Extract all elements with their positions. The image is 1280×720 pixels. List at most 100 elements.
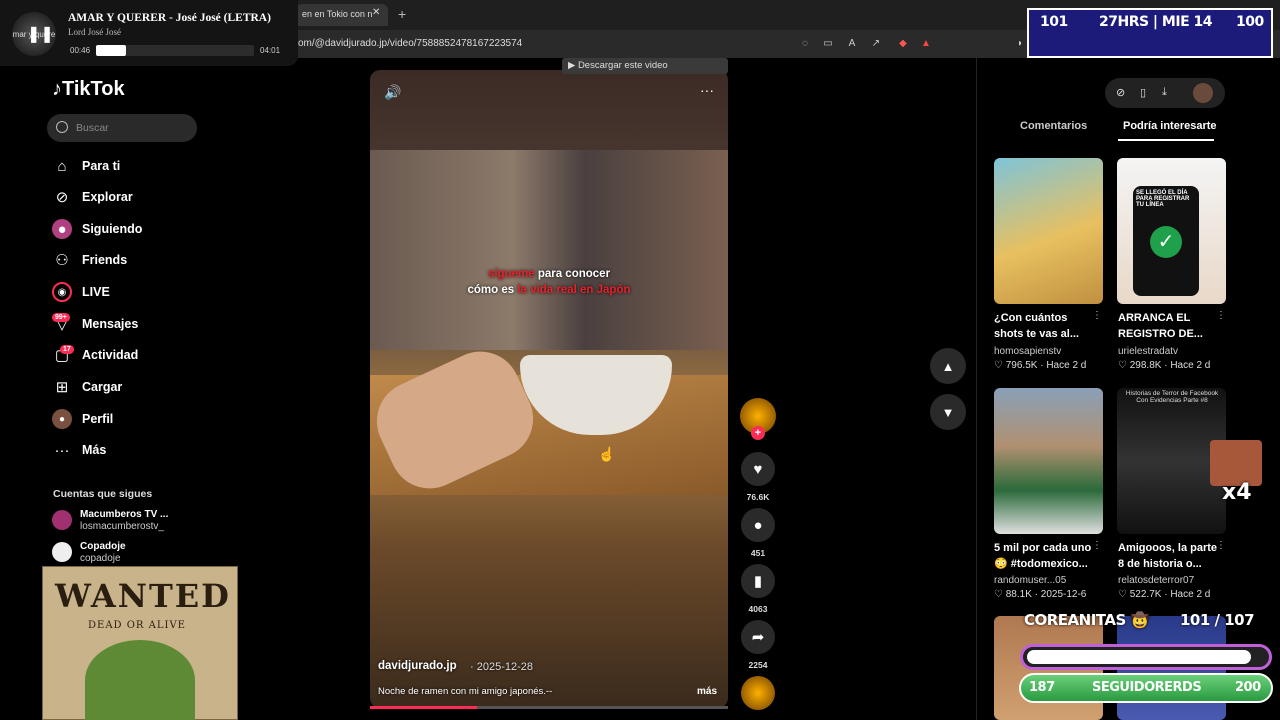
following-header: Cuentas que sigues — [53, 488, 153, 500]
translate-icon[interactable]: A — [845, 37, 859, 51]
caption-text: para conocer — [534, 268, 611, 280]
home-icon: ⌂ — [57, 157, 67, 175]
chevron-up-icon: ▲ — [941, 358, 955, 374]
download-video-bar[interactable]: ▶ Descargar este video — [562, 58, 728, 74]
song-title: AMAR Y QUERER - José José (LETRA) — [68, 12, 271, 24]
following-account-name[interactable]: Copadoje — [80, 541, 126, 552]
more-options-icon[interactable]: ··· — [700, 82, 714, 98]
eye-off-icon[interactable]: ◌ — [798, 37, 812, 51]
music-disc-icon[interactable] — [741, 676, 775, 710]
sidebar-item-mensajes[interactable]: ▽ Mensajes — [52, 312, 212, 336]
share-button[interactable]: ➦ — [741, 620, 775, 654]
volume-icon[interactable]: 🔊 — [384, 84, 401, 101]
sidebar-item-label: Más — [82, 443, 107, 457]
download-icon[interactable]: ⤓ — [1162, 86, 1167, 99]
kebab-icon[interactable]: ⋮ — [1216, 310, 1226, 321]
sidebar-item-actividad[interactable]: ▢ Actividad — [52, 343, 212, 367]
card-title[interactable]: 5 mil por cada uno 😳 #todomexico... — [994, 540, 1094, 572]
card-title[interactable]: ¿Con cuántos shots te vas al... — [994, 310, 1094, 342]
tab-comentarios[interactable]: Comentarios — [1020, 120, 1087, 132]
sidebar-item-label: Siguiendo — [82, 222, 143, 236]
following-account-user: copadoje — [80, 553, 121, 564]
url-text[interactable]: om/@davidjurado.jp/video/758885247816722… — [298, 38, 522, 49]
follow-plus-icon[interactable]: + — [751, 426, 765, 440]
avatar[interactable] — [52, 542, 72, 562]
card-user[interactable]: relatosdeterror07 — [1118, 575, 1194, 586]
more-icon: ··· — [54, 441, 70, 459]
sidebar-item-label: LIVE — [82, 285, 110, 299]
video-thumbnail[interactable] — [994, 158, 1103, 304]
previous-video-button[interactable]: ▲ — [930, 348, 966, 384]
caption-highlight: la vida real en Japón — [517, 284, 631, 296]
frog-illustration — [85, 640, 195, 720]
card-title[interactable]: Amigooos, la parte 8 de historia o... — [1118, 540, 1218, 572]
poster-subtitle: DEAD OR ALIVE — [88, 620, 186, 631]
followers-label: SEGUIDORERDS — [1092, 680, 1202, 695]
tab-close-icon[interactable]: ✕ — [372, 7, 380, 18]
phone-icon[interactable]: ▯ — [1140, 86, 1146, 99]
video-author[interactable]: davidjurado.jp — [378, 660, 457, 672]
new-tab-button[interactable]: + — [398, 6, 406, 22]
hand-cursor-icon: ☝ — [598, 446, 616, 462]
followers-left: 187 — [1029, 680, 1055, 695]
song-duration: 04:01 — [260, 46, 281, 55]
goal-progress-fill — [1027, 650, 1251, 664]
extension-icon[interactable]: ◗ — [1013, 37, 1027, 51]
profile-icon: ● — [52, 409, 72, 429]
avatar[interactable] — [1193, 83, 1213, 103]
sidebar-item-perfil[interactable]: ● Perfil — [52, 407, 212, 431]
save-button[interactable]: ▮ — [741, 564, 775, 598]
hud-right: 100 — [1236, 14, 1264, 30]
next-video-button[interactable]: ▼ — [930, 394, 966, 430]
heart-icon: ♥ — [753, 460, 763, 478]
video-caption-line2: cómo es la vida real en Japón — [370, 284, 728, 296]
search-icon — [56, 121, 68, 133]
thumb-text: Historias de Terror de Facebook Con Evid… — [1125, 390, 1219, 404]
sidebar-item-label: Actividad — [82, 348, 139, 362]
following-account-name[interactable]: Macumberos TV ... — [80, 509, 168, 520]
rewards-icon[interactable]: ▲ — [919, 37, 933, 51]
sidebar-item-cargar[interactable]: ⊞ Cargar — [52, 375, 212, 399]
card-user[interactable]: urielestradatv — [1118, 346, 1178, 357]
kebab-icon[interactable]: ⋮ — [1216, 540, 1226, 551]
card-user[interactable]: randomuser...05 — [994, 575, 1066, 586]
sidebar-item-live[interactable]: ◉ LIVE — [52, 280, 212, 304]
pause-icon[interactable]: ❚❚ — [27, 24, 54, 44]
avatar[interactable] — [52, 510, 72, 530]
search-input[interactable] — [47, 114, 197, 142]
current-time: 00:46 — [70, 46, 91, 55]
video-progress-fill — [370, 706, 478, 709]
sidebar-item-label: Explorar — [82, 190, 133, 204]
video-thumbnail[interactable] — [994, 388, 1103, 534]
tiktok-logo[interactable]: ♪TikTok — [52, 78, 125, 101]
compass-icon[interactable]: ⊘ — [1116, 86, 1125, 99]
tab-podria-interesarte[interactable]: Podría interesarte — [1123, 120, 1217, 132]
brave-shield-icon[interactable]: ◆ — [896, 37, 910, 51]
share-icon[interactable]: ↗ — [869, 37, 883, 51]
kebab-icon[interactable]: ⋮ — [1092, 540, 1102, 551]
video-date: · 2025-12-28 — [470, 661, 533, 673]
cast-icon[interactable]: ▭ — [821, 37, 835, 51]
logo-text: TikTok — [62, 78, 125, 100]
sidebar-item-mas[interactable]: ··· Más — [52, 438, 212, 462]
video-background — [370, 150, 728, 350]
sidebar-item-friends[interactable]: ⚇ Friends — [52, 248, 212, 272]
like-button[interactable]: ♥ — [741, 452, 775, 486]
sidebar-item-para-ti[interactable]: ⌂ Para ti — [52, 154, 212, 178]
comment-button[interactable]: ● — [741, 508, 775, 542]
bookmark-icon: ▮ — [753, 573, 763, 590]
sidebar-item-label: Mensajes — [82, 317, 139, 331]
sidebar-item-siguiendo[interactable]: ● Siguiendo — [52, 217, 212, 241]
more-link[interactable]: más — [697, 686, 717, 697]
sidebar-item-label: Cargar — [82, 380, 123, 394]
kebab-icon[interactable]: ⋮ — [1092, 310, 1102, 321]
activity-badge: 17 — [60, 345, 74, 354]
card-title[interactable]: ARRANCA EL REGISTRO DE... — [1118, 310, 1218, 342]
upload-icon: ⊞ — [55, 379, 69, 396]
sidebar-item-explorar[interactable]: ⊘ Explorar — [52, 185, 212, 209]
card-stats: ♡ 88.1K · 2025-12-6 — [994, 589, 1087, 600]
active-tab-indicator — [1118, 139, 1214, 141]
song-progress-fill — [96, 45, 127, 56]
card-user[interactable]: homosapienstv — [994, 346, 1061, 357]
share-count: 2254 — [748, 660, 768, 670]
